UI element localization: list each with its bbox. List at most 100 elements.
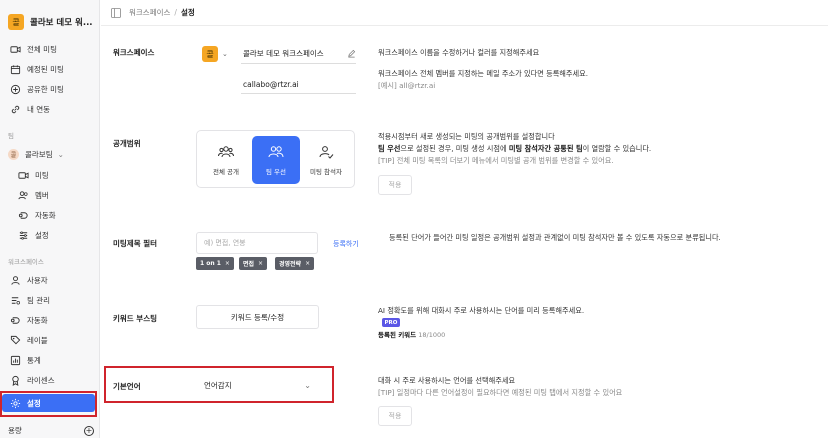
sidebar-item-scheduled[interactable]: 예정된 미팅: [10, 62, 64, 76]
workspace-color-swatch: 콜: [202, 46, 218, 62]
sidebar-item-users[interactable]: 사용자: [10, 273, 48, 287]
workspace-row-label: 워크스페이스: [113, 48, 155, 57]
filter-register-button[interactable]: 등록하기: [333, 239, 359, 249]
filter-chip: 면접 ×: [239, 257, 268, 270]
chip-label: 경영전략: [279, 261, 302, 268]
team-name: 콜라보팀: [25, 149, 53, 159]
sidebar-item-all-meetings[interactable]: 전체 미팅: [10, 42, 57, 56]
scope-option-team[interactable]: 팀 우선: [252, 136, 300, 184]
sidebar-item-team-settings[interactable]: 설정: [18, 228, 49, 242]
sidebar-item-label: 자동화: [35, 210, 56, 220]
pencil-icon[interactable]: [347, 49, 356, 58]
team-section-label: 팀: [8, 132, 14, 140]
workspace-email-input[interactable]: callabo@rtzr.ai: [241, 74, 356, 94]
scope-row-label: 공개범위: [113, 139, 141, 148]
video-icon: [18, 171, 29, 179]
filter-description: 등록된 단어가 들어간 미팅 일정은 공개범위 설정과 관계없이 미팅 참석자만…: [389, 233, 721, 242]
sidebar-item-label: 전체 미팅: [27, 44, 57, 54]
sidebar-item-label: 통계: [27, 355, 41, 365]
team-manage-icon: [11, 296, 20, 305]
language-select[interactable]: 언어감지 ⌄: [196, 374, 319, 396]
workspace-email-value: callabo@rtzr.ai: [243, 80, 299, 89]
scope-option-label: 미팅 참석자: [310, 168, 342, 176]
sidebar-item-team-manage[interactable]: 팀 관리: [10, 293, 50, 307]
scope-option-attendees[interactable]: 미팅 참석자: [302, 136, 350, 184]
label-icon: [10, 335, 21, 344]
sidebar-item-label: 레이블: [27, 335, 48, 345]
boost-description: AI 정확도를 위해 대화시 주로 사용하시는 단어를 미리 등록해주세요.: [378, 306, 585, 315]
sidebar-item-ws-automation[interactable]: 자동화: [10, 313, 48, 327]
sidebar-item-label: 사용자: [27, 275, 48, 285]
scope-desc-3: [TIP] 전체 미팅 목록의 더보기 메뉴에서 미팅별 공개 범위를 변경할 …: [378, 156, 614, 165]
storage-label: 용량: [8, 426, 22, 435]
language-desc-1: 대화 시 주로 사용하시는 언어를 선택해주세요: [378, 376, 516, 385]
filter-row-label: 미팅제목 필터: [113, 239, 158, 248]
keyword-count-value: 18/1000: [418, 331, 446, 339]
sidebar-item-label: 자동화: [27, 315, 48, 325]
workspace-color-picker[interactable]: 콜 ⌄: [202, 45, 232, 63]
workspace-section-label: 워크스페이스: [8, 258, 44, 266]
workspace-name-input[interactable]: 콜라보 데모 워크스페이스: [241, 44, 356, 64]
close-icon[interactable]: ×: [225, 260, 230, 267]
sidebar-item-team-meetings[interactable]: 미팅: [18, 168, 49, 182]
sidebar: 콜 콜라보 데모 워... 전체 미팅 예정된 미팅 공유한 미팅 내 연동 팀…: [0, 0, 100, 438]
filter-chip: 경영전략 ×: [275, 257, 315, 270]
sidebar-toggle-icon[interactable]: [111, 7, 121, 18]
filter-input[interactable]: 예) 면접, 연봉: [196, 232, 318, 254]
sidebar-item-label: 팀 관리: [27, 295, 51, 305]
storage-row: 용량 +: [8, 425, 94, 436]
scope-option-all[interactable]: 전체 공개: [202, 136, 250, 184]
add-circle-icon[interactable]: +: [84, 425, 94, 436]
link-icon: [11, 105, 20, 113]
highlight-box-settings: [0, 391, 97, 417]
sidebar-item-integrations[interactable]: 내 연동: [10, 102, 50, 116]
sidebar-item-stats[interactable]: 통계: [10, 353, 41, 367]
language-apply-button[interactable]: 적용: [378, 406, 412, 426]
sidebar-item-license[interactable]: 라이센스: [10, 373, 55, 387]
breadcrumb-parent[interactable]: 워크스페이스: [129, 7, 170, 18]
calendar-icon: [10, 64, 21, 74]
scope-desc-1: 적용시점부터 새로 생성되는 미팅의 공개범위를 설정합니다: [378, 132, 555, 141]
language-desc-2: [TIP] 일정마다 다른 언어설정이 필요하다면 예정된 미팅 탭에서 지정할…: [378, 388, 623, 397]
language-selected-value: 언어감지: [204, 380, 232, 390]
sidebar-item-label: 공유한 미팅: [27, 84, 64, 94]
sidebar-item-team-automation[interactable]: 자동화: [18, 208, 56, 222]
close-icon[interactable]: ×: [258, 260, 263, 267]
breadcrumb-current: 설정: [180, 8, 195, 17]
close-icon[interactable]: ×: [305, 260, 310, 267]
filter-placeholder: 예) 면접, 연봉: [204, 239, 246, 247]
workspace-name-value: 콜라보 데모 워크스페이스: [243, 49, 324, 58]
boost-row-label: 키워드 부스팅: [113, 314, 158, 323]
sidebar-item-team-members[interactable]: 멤버: [18, 188, 49, 202]
team-switcher[interactable]: 콜 콜라보팀 ⌄: [8, 147, 64, 161]
sidebar-item-label: 내 연동: [27, 104, 51, 114]
license-icon: [12, 375, 19, 386]
workspace-desc-3: [예시] all@rtzr.ai: [378, 81, 436, 90]
pro-badge: PRO: [382, 318, 400, 327]
sidebar-item-labels[interactable]: 레이블: [10, 333, 48, 347]
filter-chip: 1 on 1 ×: [196, 257, 234, 270]
sidebar-item-label: 미팅: [35, 170, 49, 180]
sidebar-item-label: 라이센스: [27, 375, 55, 385]
automation-icon: [10, 316, 20, 324]
scope-description: 적용시점부터 새로 생성되는 미팅의 공개범위를 설정합니다 팀 우선으로 설정…: [378, 131, 651, 167]
workspace-name: 콜라보 데모 워...: [30, 18, 93, 28]
breadcrumb-separator: /: [174, 8, 177, 17]
scope-desc-2: 팀 우선으로 설정된 경우, 미팅 생성 시점에 미팅 참석자간 공통된 팀이 …: [378, 144, 652, 153]
user-icon: [11, 275, 20, 285]
scope-option-label: 전체 공개: [213, 168, 239, 176]
workspace-switcher[interactable]: 콜 콜라보 데모 워...: [8, 14, 93, 30]
workspace-desc-2: 워크스페이스 전체 멤버를 지정하는 메일 주소가 있다면 등록해주세요.: [378, 69, 589, 78]
sidebar-item-label: 예정된 미팅: [27, 64, 64, 74]
automation-icon: [18, 211, 28, 219]
scope-option-label: 팀 우선: [265, 168, 286, 176]
language-description: 대화 시 주로 사용하시는 언어를 선택해주세요 [TIP] 일정마다 다른 언…: [378, 375, 622, 399]
keyword-register-button[interactable]: 키워드 등록/수정: [196, 305, 319, 329]
sidebar-item-shared[interactable]: 공유한 미팅: [10, 82, 64, 96]
users-icon: [18, 190, 28, 199]
sidebar-item-label: 멤버: [35, 190, 49, 200]
workspace-logo: 콜: [8, 14, 24, 30]
scope-apply-button[interactable]: 적용: [378, 175, 412, 195]
chip-label: 면접: [243, 261, 255, 268]
group-icon: [218, 146, 234, 158]
